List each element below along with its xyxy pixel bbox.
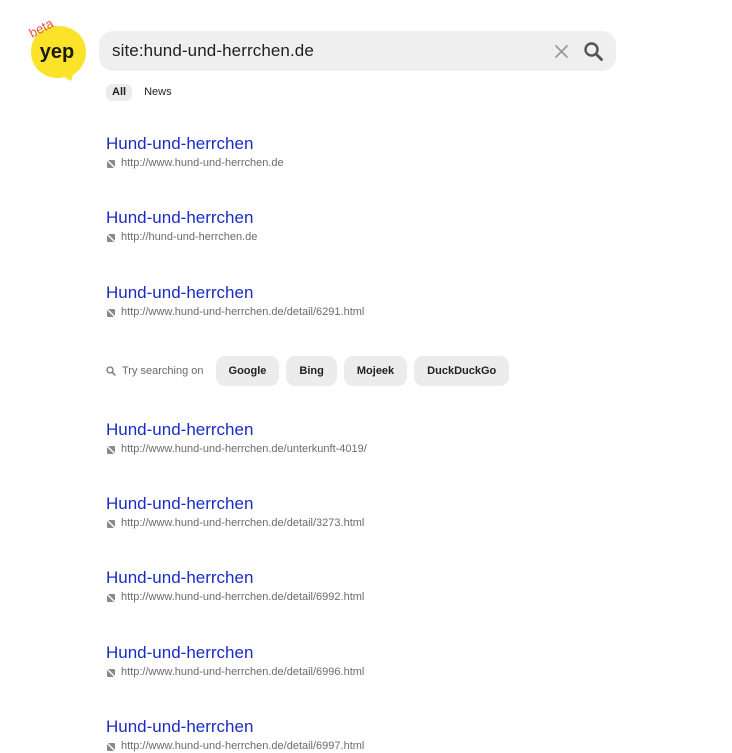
result-url: http://www.hund-und-herrchen.de/detail/3…	[106, 517, 364, 530]
result-item: Hund-und-herrchen http://www.hund-und-he…	[106, 283, 364, 319]
result-url: http://www.hund-und-herrchen.de/detail/6…	[106, 666, 364, 679]
result-url-text: http://www.hund-und-herrchen.de/detail/6…	[121, 591, 365, 603]
result-title-link[interactable]: Hund-und-herrchen	[106, 643, 364, 663]
result-title-link[interactable]: Hund-und-herrchen	[106, 283, 364, 303]
result-item: Hund-und-herrchen http://hund-und-herrch…	[106, 208, 257, 244]
try-searching-label: Try searching on	[122, 365, 204, 377]
result-item: Hund-und-herrchen http://www.hund-und-he…	[106, 717, 364, 753]
result-url-text: http://www.hund-und-herrchen.de/detail/3…	[121, 517, 365, 529]
no-image-icon	[106, 232, 116, 243]
result-url: http://www.hund-und-herrchen.de/detail/6…	[106, 591, 364, 604]
result-url: http://www.hund-und-herrchen.de/unterkun…	[106, 443, 367, 456]
engine-duckduckgo-button[interactable]: DuckDuckGo	[414, 356, 510, 386]
no-image-icon	[106, 592, 116, 603]
result-title-link[interactable]: Hund-und-herrchen	[106, 134, 284, 154]
result-title-link[interactable]: Hund-und-herrchen	[106, 717, 364, 737]
result-item: Hund-und-herrchen http://www.hund-und-he…	[106, 494, 364, 530]
no-image-icon	[106, 667, 116, 678]
yep-logo[interactable]: yep beta	[17, 14, 89, 84]
search-small-icon	[106, 366, 116, 376]
result-url-text: http://www.hund-und-herrchen.de/detail/6…	[121, 306, 365, 318]
result-item: Hund-und-herrchen http://www.hund-und-he…	[106, 643, 364, 679]
try-searching-bar: Try searching on Google Bing Mojeek Duck…	[106, 356, 516, 386]
clear-icon[interactable]	[554, 44, 569, 59]
no-image-icon	[106, 158, 116, 169]
result-url-text: http://www.hund-und-herrchen.de/unterkun…	[121, 443, 367, 455]
search-bar[interactable]: site:hund-und-herrchen.de	[99, 31, 616, 71]
no-image-icon	[106, 518, 116, 529]
no-image-icon	[106, 307, 116, 318]
result-title-link[interactable]: Hund-und-herrchen	[106, 494, 364, 514]
result-title-link[interactable]: Hund-und-herrchen	[106, 420, 367, 440]
search-input[interactable]: site:hund-und-herrchen.de	[112, 41, 314, 61]
result-title-link[interactable]: Hund-und-herrchen	[106, 568, 364, 588]
result-url-text: http://www.hund-und-herrchen.de	[121, 157, 284, 169]
no-image-icon	[106, 741, 116, 752]
result-url-text: http://www.hund-und-herrchen.de/detail/6…	[121, 740, 365, 752]
no-image-icon	[106, 444, 116, 455]
result-title-link[interactable]: Hund-und-herrchen	[106, 208, 257, 228]
tab-news[interactable]: News	[138, 84, 178, 101]
engine-mojeek-button[interactable]: Mojeek	[343, 356, 408, 386]
result-item: Hund-und-herrchen http://www.hund-und-he…	[106, 420, 367, 456]
result-url-text: http://www.hund-und-herrchen.de/detail/6…	[121, 666, 365, 678]
result-url: http://www.hund-und-herrchen.de	[106, 157, 284, 170]
yep-logo-icon: yep beta	[26, 15, 86, 81]
result-url-text: http://hund-und-herrchen.de	[121, 231, 258, 243]
engine-google-button[interactable]: Google	[215, 356, 280, 386]
search-tabs: All News	[106, 84, 178, 101]
engine-bing-button[interactable]: Bing	[286, 356, 337, 386]
result-url: http://www.hund-und-herrchen.de/detail/6…	[106, 740, 364, 753]
result-item: Hund-und-herrchen http://www.hund-und-he…	[106, 568, 364, 604]
search-icon[interactable]	[583, 41, 604, 62]
logo-text: yep	[40, 41, 74, 63]
result-url: http://hund-und-herrchen.de	[106, 231, 257, 244]
result-item: Hund-und-herrchen http://www.hund-und-he…	[106, 134, 284, 170]
tab-all[interactable]: All	[106, 84, 133, 101]
result-url: http://www.hund-und-herrchen.de/detail/6…	[106, 306, 364, 319]
